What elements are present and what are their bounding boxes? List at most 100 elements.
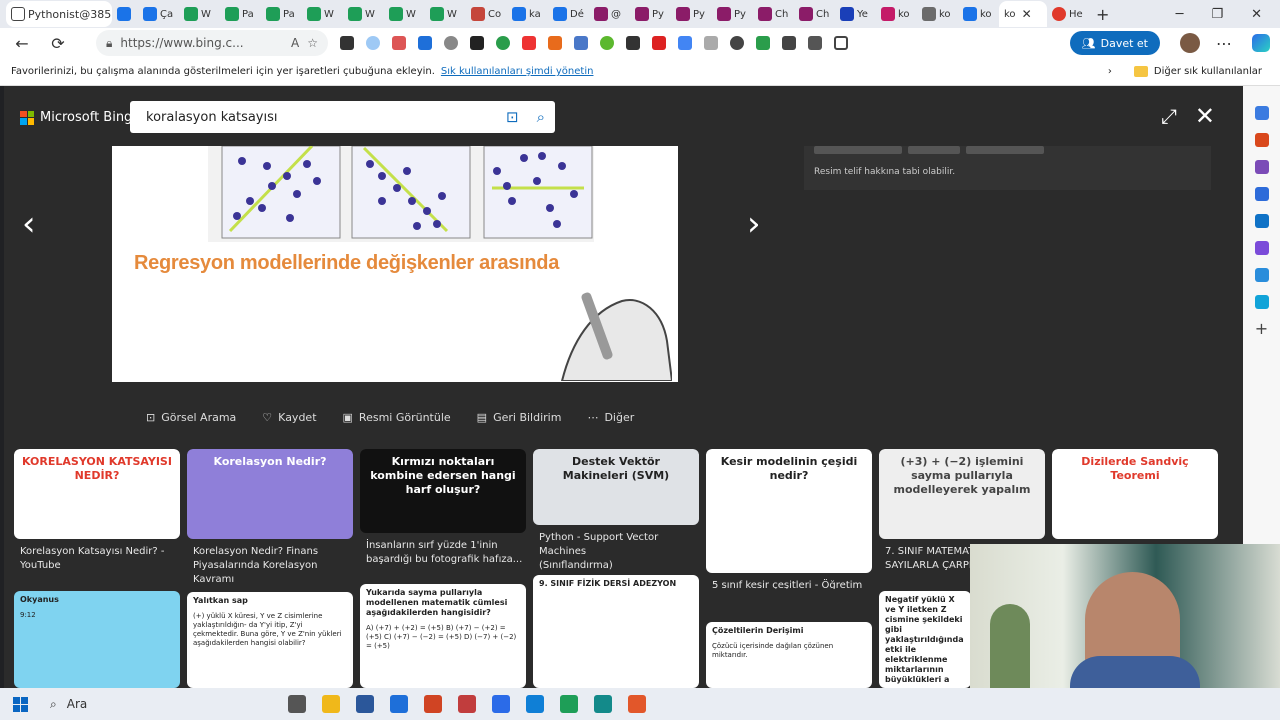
- thumbnail-caption[interactable]: Python - Support Vector Machines (Sınıfla…: [539, 531, 697, 573]
- related-image[interactable]: 9. SINIF FİZİK DERSİ ADEZYON: [533, 575, 699, 688]
- related-pill[interactable]: [814, 146, 902, 154]
- extension-icon[interactable]: [392, 36, 406, 50]
- task-view-icon[interactable]: [288, 695, 306, 713]
- search-icon[interactable]: [1254, 106, 1269, 120]
- office-icon[interactable]: [492, 695, 510, 713]
- browser-tab[interactable]: @: [589, 1, 630, 27]
- powerpoint-icon[interactable]: [424, 695, 442, 713]
- browser-tab[interactable]: Ye: [835, 1, 876, 27]
- extension-icon[interactable]: [652, 36, 666, 50]
- cloud-icon[interactable]: [366, 36, 380, 50]
- app-green-icon[interactable]: [560, 695, 578, 713]
- browser-tab[interactable]: Co: [466, 1, 507, 27]
- read-aloud-icon[interactable]: A: [291, 36, 299, 50]
- app-icon[interactable]: [390, 695, 408, 713]
- related-image[interactable]: Kırmızı noktaları kombine edersen hangi …: [360, 449, 526, 589]
- visual-search-icon[interactable]: ⊡: [506, 108, 519, 126]
- taskbar-search[interactable]: ⌕ Ara: [40, 688, 268, 720]
- translate-icon[interactable]: [678, 36, 692, 50]
- file-explorer-icon[interactable]: [322, 695, 340, 713]
- flag-icon[interactable]: [522, 36, 536, 50]
- split-screen-icon[interactable]: [834, 36, 848, 50]
- browser-tab[interactable]: Py: [630, 1, 671, 27]
- related-image[interactable]: Yukarıda sayma pullarıyla modellenen mat…: [360, 584, 526, 688]
- browser-tab[interactable]: Dé: [548, 1, 589, 27]
- edge-icon[interactable]: [526, 695, 544, 713]
- more-icon[interactable]: ⋯: [1216, 34, 1232, 53]
- extension-icon[interactable]: [548, 36, 562, 50]
- minimize-icon[interactable]: ─: [1176, 7, 1184, 22]
- visual-search-button[interactable]: ⊡ Görsel Arama: [146, 411, 236, 424]
- browser-tab[interactable]: W: [179, 1, 220, 27]
- more-button[interactable]: ⋯ Diğer: [587, 411, 634, 424]
- expand-icon[interactable]: ⤢: [1161, 104, 1177, 128]
- browser-tab[interactable]: Ça: [138, 1, 179, 27]
- related-image[interactable]: Korelasyon Nedir? Korelasyon Nedir? Finan…: [187, 449, 353, 589]
- extension-icon[interactable]: [470, 36, 484, 50]
- send-icon[interactable]: [1254, 268, 1269, 282]
- browser-tab[interactable]: Pa: [220, 1, 261, 27]
- extension-icon[interactable]: [600, 36, 614, 50]
- shopping-icon[interactable]: [1254, 133, 1269, 147]
- extension-icon[interactable]: [340, 36, 354, 50]
- games-icon[interactable]: [1254, 160, 1269, 174]
- extension-icon[interactable]: [782, 36, 796, 50]
- browser-tab[interactable]: W: [302, 1, 343, 27]
- browser-tab[interactable]: Ch: [794, 1, 835, 27]
- other-favorites[interactable]: › Diğer sık kullanılanlar: [1108, 66, 1262, 77]
- extension-icon[interactable]: [756, 36, 770, 50]
- view-image-button[interactable]: ▣ Resmi Görüntüle: [343, 411, 451, 424]
- related-image[interactable]: Çözeltilerin Derişimi Çözücü içerisinde d…: [706, 622, 872, 688]
- extension-icon[interactable]: [626, 36, 640, 50]
- related-image[interactable]: Negatif yüklü X ve Y iletken Z cismine ş…: [879, 591, 971, 688]
- avatar[interactable]: [1180, 33, 1200, 53]
- browser-tab[interactable]: ko: [917, 1, 958, 27]
- favorite-star-icon[interactable]: ☆: [307, 36, 318, 50]
- browser-tab[interactable]: ka: [507, 1, 548, 27]
- refresh-icon[interactable]: ⟳: [40, 34, 76, 53]
- thumbnail-caption[interactable]: İnsanların sırf yüzde 1'inin başardığı bu…: [366, 539, 524, 567]
- search-input[interactable]: koralasyon katsayısı ⊡ ⌕: [130, 101, 555, 133]
- extension-icon[interactable]: [444, 36, 458, 50]
- save-button[interactable]: ♡ Kaydet: [262, 411, 316, 424]
- browser-tab[interactable]: Py: [671, 1, 712, 27]
- extensions-puzzle-icon[interactable]: [808, 36, 822, 50]
- outlook-icon[interactable]: [1254, 214, 1269, 228]
- next-image-icon[interactable]: ›: [747, 204, 761, 244]
- thumbnail-caption[interactable]: 5 sınıf kesir çeşitleri - Öğretimkaynakl…: [712, 579, 870, 589]
- extension-icon[interactable]: [730, 36, 744, 50]
- close-tab-icon[interactable]: ✕: [1022, 7, 1032, 21]
- start-button[interactable]: [0, 696, 40, 712]
- related-image[interactable]: Okyanus 9:12: [14, 591, 180, 688]
- related-image[interactable]: Destek Vektör Makineleri (SVM) Python - S…: [533, 449, 699, 589]
- main-image[interactable]: Regresyon modellerinde değişkenler arası…: [112, 146, 678, 382]
- thumbnail-caption[interactable]: Korelasyon Nedir? Finans Piyasalarında Ko…: [193, 545, 351, 587]
- browser-tab[interactable]: ko: [958, 1, 999, 27]
- bing-logo[interactable]: Microsoft Bing: [20, 110, 132, 125]
- related-image[interactable]: KORELASYON KATSAYISI NEDİR? Korelasyon Ka…: [14, 449, 180, 589]
- related-image[interactable]: Kesir modelinin çeşidi nedir? 5 sınıf kes…: [706, 449, 872, 589]
- browser-tab[interactable]: W: [343, 1, 384, 27]
- back-icon[interactable]: ←: [4, 34, 40, 53]
- browser-tab[interactable]: Pa: [261, 1, 302, 27]
- previous-image-icon[interactable]: ‹: [22, 204, 36, 244]
- snipping-icon[interactable]: [458, 695, 476, 713]
- dropbox-icon[interactable]: [574, 36, 588, 50]
- thumbnail-caption[interactable]: Korelasyon Katsayısı Nedir? - YouTube: [20, 545, 178, 573]
- skype-icon[interactable]: [1254, 295, 1269, 309]
- search-icon[interactable]: ⌕: [537, 108, 545, 126]
- related-image[interactable]: Yalıtkan sap (+) yüklü X küresi, Y ve Z c…: [187, 592, 353, 688]
- tab-last[interactable]: He: [1047, 1, 1088, 27]
- tab-pythonist[interactable]: Pythonist@385: [6, 1, 112, 27]
- paint-icon[interactable]: [628, 695, 646, 713]
- new-tab-button[interactable]: +: [1088, 5, 1117, 24]
- copilot-icon[interactable]: [1252, 34, 1270, 52]
- browser-tab[interactable]: Py: [712, 1, 753, 27]
- office-icon[interactable]: [1254, 187, 1269, 201]
- word-icon[interactable]: [356, 695, 374, 713]
- manage-favorites-link[interactable]: Sık kullanılanları şimdi yönetin: [441, 66, 594, 77]
- tab-active[interactable]: ko ✕: [999, 1, 1047, 27]
- add-icon[interactable]: +: [1255, 321, 1269, 337]
- address-bar[interactable]: 🔒︎ https://www.bing.c... A ☆: [96, 30, 328, 56]
- browser-tab[interactable]: Ch: [753, 1, 794, 27]
